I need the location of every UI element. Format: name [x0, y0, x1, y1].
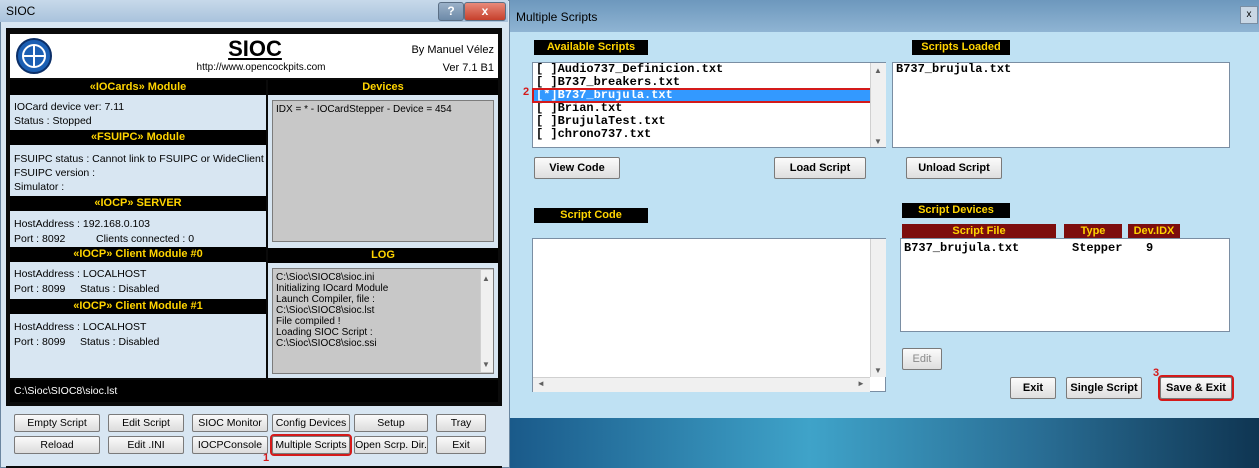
simulator-label: Simulator : — [14, 181, 65, 193]
list-item[interactable]: [ ]chrono737.txt — [533, 128, 885, 141]
log-line: Initializing IOcard Module — [276, 283, 389, 294]
load-script-button[interactable]: Load Script — [774, 157, 866, 179]
list-item[interactable]: B737_brujula.txt — [893, 63, 1229, 76]
sioc-monitor-button[interactable]: SIOC Monitor — [192, 414, 268, 432]
code-vscroll[interactable] — [870, 239, 886, 377]
client0-port: Port : 8099 — [14, 283, 66, 295]
devices-section-title: Devices — [268, 80, 498, 95]
single-script-button[interactable]: Single Script — [1066, 377, 1142, 399]
scroll-down-icon[interactable]: ▼ — [874, 366, 882, 375]
log-line: Launch Compiler, file : — [276, 294, 375, 305]
fsuipc-version: FSUIPC version : — [14, 167, 96, 179]
version-label: Ver 7.1 B1 — [442, 62, 494, 74]
server-clients: Clients connected : 0 — [96, 233, 195, 245]
iocard-status: Status : Stopped — [14, 115, 92, 127]
log-box[interactable]: C:\Sioc\SIOC8\sioc.ini Initializing IOca… — [272, 268, 494, 374]
scroll-up-icon[interactable]: ▲ — [482, 274, 490, 283]
code-hscroll[interactable] — [533, 377, 870, 392]
config-devices-button[interactable]: Config Devices — [272, 414, 350, 432]
iocards-section-title: «IOCards» Module — [10, 80, 266, 95]
save-exit-button[interactable]: Save & Exit — [1158, 375, 1234, 401]
log-line: C:\Sioc\SIOC8\sioc.ssi — [276, 338, 377, 349]
ms-exit-button[interactable]: Exit — [1010, 377, 1056, 399]
server-host: HostAddress : 192.168.0.103 — [14, 218, 151, 230]
log-line: C:\Sioc\SIOC8\sioc.lst — [276, 305, 375, 316]
author-label: By Manuel Vélez — [411, 44, 494, 56]
client0-section-title: «IOCP» Client Module #0 — [10, 247, 266, 262]
scripts-loaded-list[interactable]: B737_brujula.txt — [892, 62, 1230, 148]
script-devices-title: Script Devices — [902, 203, 1010, 218]
script-code-title: Script Code — [534, 208, 648, 223]
scroll-down-icon[interactable]: ▼ — [874, 137, 882, 146]
fsuipc-section-title: «FSUIPC» Module — [10, 130, 266, 145]
client1-section-title: «IOCP» Client Module #1 — [10, 299, 266, 314]
server-port: Port : 8092 — [14, 233, 66, 245]
log-scrollbar[interactable] — [480, 270, 493, 372]
table-cell-idx[interactable]: 9 — [1146, 241, 1153, 255]
available-scripts-list[interactable]: [ ]Audio737_Definicion.txt [ ]B737_break… — [532, 62, 886, 148]
client0-host: HostAddress : LOCALHOST — [14, 268, 147, 280]
client1-port: Port : 8099 — [14, 336, 66, 348]
close-button[interactable]: x — [464, 2, 506, 21]
client1-status: Status : Disabled — [80, 336, 160, 348]
log-section-title: LOG — [268, 248, 498, 263]
device-entry: IDX = * - IOCardStepper - Device = 454 — [276, 104, 452, 115]
scroll-up-icon[interactable]: ▲ — [874, 66, 882, 75]
ms-close-icon[interactable]: x — [1240, 6, 1258, 24]
logo-fuselage — [33, 45, 35, 67]
log-line: C:\Sioc\SIOC8\sioc.ini — [276, 272, 375, 283]
view-code-button[interactable]: View Code — [534, 157, 620, 179]
iocp-console-button[interactable]: IOCPConsole — [192, 436, 268, 454]
scroll-right-icon[interactable]: ► — [857, 379, 865, 388]
setup-button[interactable]: Setup — [354, 414, 428, 432]
client1-host: HostAddress : LOCALHOST — [14, 321, 147, 333]
multiple-scripts-button[interactable]: Multiple Scripts — [270, 434, 352, 456]
exit-button[interactable]: Exit — [436, 436, 486, 454]
unload-script-button[interactable]: Unload Script — [906, 157, 1002, 179]
server-section-title: «IOCP» SERVER — [10, 196, 266, 211]
script-path-bar: C:\Sioc\SIOC8\sioc.lst — [10, 380, 498, 402]
tray-button[interactable]: Tray — [436, 414, 486, 432]
empty-script-button[interactable]: Empty Script — [14, 414, 100, 432]
scripts-loaded-title: Scripts Loaded — [912, 40, 1010, 55]
ms-title-bar[interactable] — [510, 0, 1259, 32]
fsuipc-status: FSUIPC status : Cannot link to FSUIPC or… — [14, 153, 264, 165]
desktop-wallpaper — [510, 418, 1259, 468]
script-code-box[interactable] — [532, 238, 886, 392]
app-name: SIOC — [228, 36, 282, 61]
table-cell-type[interactable]: Stepper — [1072, 241, 1122, 255]
devices-list[interactable]: IDX = * - IOCardStepper - Device = 454 — [272, 100, 494, 242]
available-scripts-title: Available Scripts — [534, 40, 648, 55]
scroll-left-icon[interactable]: ◄ — [537, 379, 545, 388]
log-line: Loading SIOC Script : — [276, 327, 373, 338]
edit-script-button[interactable]: Edit Script — [108, 414, 184, 432]
step-marker-3: 3 — [1153, 367, 1160, 379]
available-scrollbar[interactable] — [870, 63, 886, 147]
reload-button[interactable]: Reload — [14, 436, 100, 454]
help-button[interactable]: ? — [438, 2, 464, 21]
edit-ini-button[interactable]: Edit .INI — [108, 436, 184, 454]
table-header-dev-idx: Dev.IDX — [1128, 224, 1180, 238]
ms-window-title: Multiple Scripts — [516, 10, 598, 24]
step-marker-2: 2 — [523, 86, 530, 98]
step-marker-1: 1 — [263, 452, 270, 464]
log-line: File compiled ! — [276, 316, 341, 327]
table-cell-file[interactable]: B737_brujula.txt — [904, 241, 1019, 255]
table-header-script-file: Script File — [902, 224, 1056, 238]
edit-button[interactable]: Edit — [902, 348, 942, 370]
scroll-down-icon[interactable]: ▼ — [482, 360, 490, 369]
app-url: http://www.opencockpits.com — [196, 62, 326, 73]
table-header-type: Type — [1064, 224, 1122, 238]
iocard-device-ver: IOCard device ver: 7.11 — [14, 101, 125, 113]
sioc-title-bar[interactable] — [0, 0, 508, 22]
open-script-dir-button[interactable]: Open Scrp. Dir. — [354, 436, 428, 454]
client0-status: Status : Disabled — [80, 283, 160, 295]
sioc-window-title: SIOC — [6, 4, 36, 18]
